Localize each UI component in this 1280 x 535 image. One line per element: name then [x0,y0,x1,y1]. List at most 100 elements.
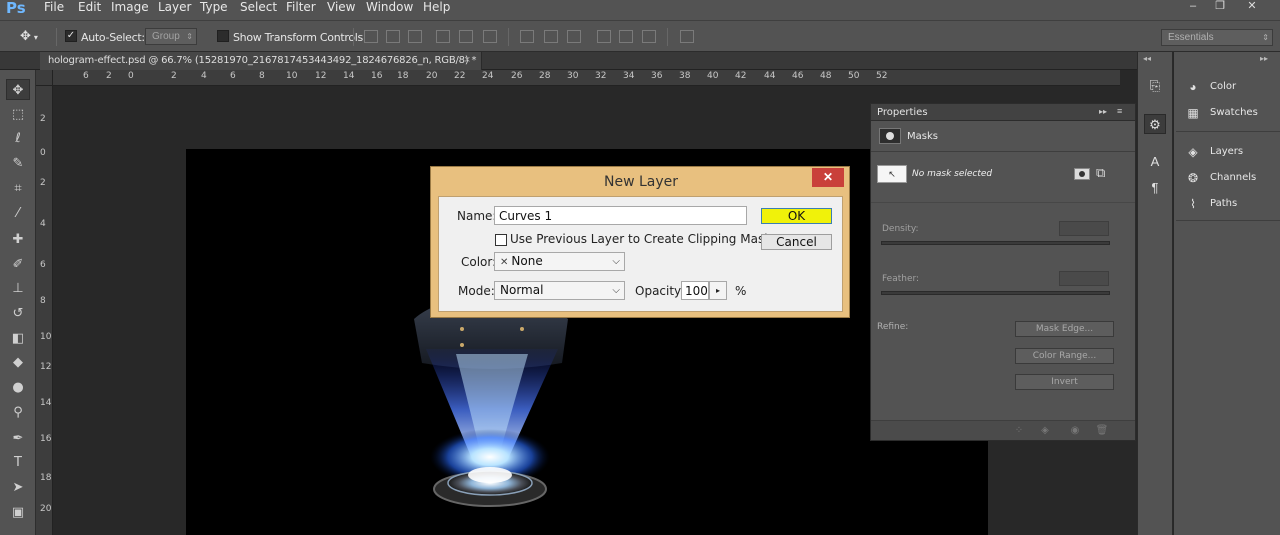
marquee-tool-icon[interactable]: ⬚ [6,104,30,125]
menu-type[interactable]: Type [200,0,228,18]
menu-filter[interactable]: Filter [286,0,316,18]
menu-image[interactable]: Image [111,0,149,18]
paint-bucket-tool-icon[interactable]: ◆ [6,352,30,373]
blur-tool-icon[interactable]: ● [6,377,30,398]
auto-select-checkbox[interactable]: ✓ [65,30,77,42]
distribute-vcenter-icon[interactable] [544,30,558,43]
delete-mask-icon[interactable]: 🗑 [1095,424,1109,438]
refine-label: Refine: [877,322,909,332]
align-hcenter-icon[interactable] [459,30,473,43]
expand-panels-icon[interactable]: ▸▸ [1260,54,1268,63]
distribute-bottom-icon[interactable] [567,30,581,43]
add-pixel-mask-icon[interactable] [1074,168,1090,180]
visibility-icon[interactable]: ◉ [1068,424,1082,438]
type-tool-icon[interactable]: T [6,452,30,473]
layer-name-input[interactable] [494,206,747,225]
quick-selection-tool-icon[interactable]: ✎ [6,153,30,174]
align-vcenter-icon[interactable] [386,30,400,43]
projector-light [468,467,512,483]
blend-mode-select[interactable]: Normal ⌵ [494,281,625,300]
mask-thumbnail[interactable]: ↖ [877,165,907,183]
vertical-ruler[interactable]: 2 0 2 4 6 8 10 12 14 16 18 20 [36,86,53,535]
align-top-icon[interactable] [364,30,378,43]
invert-button[interactable]: Invert [1015,374,1114,390]
mask-edge-button[interactable]: Mask Edge... [1015,321,1114,337]
divider [508,28,509,46]
collapse-panel-icon[interactable]: ▸▸ [1099,107,1107,116]
history-panel-icon[interactable]: ⎘ [1144,76,1166,96]
eyedropper-tool-icon[interactable]: ⁄ [6,203,30,224]
panel-menu-icon[interactable]: ≡ [1117,106,1122,116]
align-left-icon[interactable] [436,30,450,43]
color-range-button[interactable]: Color Range... [1015,348,1114,364]
uniform-button [460,327,464,331]
ok-button[interactable]: OK [761,208,832,224]
menu-file[interactable]: File [44,0,64,18]
align-right-icon[interactable] [483,30,497,43]
paragraph-panel-icon[interactable]: ¶ [1144,178,1166,198]
ruler-origin[interactable] [36,70,53,86]
shape-tool-icon[interactable]: ▣ [6,502,30,523]
load-selection-icon[interactable]: ⁘ [1012,424,1026,438]
ruler-tick-label: 44 [764,71,776,81]
collapse-dock-icon[interactable]: ◂◂ [1143,54,1151,63]
add-vector-mask-icon[interactable]: ⧉ [1096,165,1105,181]
character-panel-icon[interactable]: A [1144,152,1166,172]
clone-stamp-tool-icon[interactable]: ⊥ [6,278,30,299]
opacity-input[interactable] [681,281,709,300]
masks-section-title: Masks [907,131,938,142]
healing-brush-tool-icon[interactable]: ✚ [6,229,30,250]
opacity-slider-toggle-icon[interactable]: ▸ [709,281,727,300]
mask-type-icon [879,128,901,144]
restore-icon[interactable]: ❐ [1208,0,1232,14]
minimize-icon[interactable]: – [1181,0,1205,14]
properties-panel-icon[interactable]: ⚙ [1144,114,1166,134]
distribute-hcenter-icon[interactable] [619,30,633,43]
properties-footer: ⁘ ◈ ◉ 🗑 [871,420,1135,440]
distribute-left-icon[interactable] [597,30,611,43]
cancel-button[interactable]: Cancel [761,234,832,250]
path-selection-tool-icon[interactable]: ➤ [6,477,30,498]
ruler-tick-label: 0 [128,71,134,81]
horizontal-ruler[interactable]: 6 2 0 2 4 6 8 10 12 14 16 18 20 22 24 26 28 30 32 34 36 38 40 4… [53,70,1120,86]
document-tab[interactable]: hologram-effect.psd @ 66.7% (15281970_21… [40,52,482,70]
crop-tool-icon[interactable]: ⌗ [6,178,30,199]
brush-tool-icon[interactable]: ✐ [6,254,30,275]
menu-help[interactable]: Help [423,0,450,18]
close-window-icon[interactable]: ✕ [1240,0,1264,14]
history-brush-tool-icon[interactable]: ↺ [6,303,30,324]
ruler-tick-label: 8 [40,296,46,306]
ruler-tick-label: 30 [567,71,579,81]
lasso-tool-icon[interactable]: ℓ [6,128,30,149]
apply-mask-icon[interactable]: ◈ [1038,424,1052,438]
auto-align-icon[interactable] [680,30,694,43]
distribute-right-icon[interactable] [642,30,656,43]
auto-select-target-dropdown[interactable]: Group ⇕ [145,28,197,45]
menu-view[interactable]: View [327,0,355,18]
menu-window[interactable]: Window [366,0,413,18]
divider [353,28,354,46]
eraser-tool-icon[interactable]: ◧ [6,328,30,349]
menu-edit[interactable]: Edit [78,0,101,18]
move-tool-icon[interactable]: ✥ [6,79,30,100]
dodge-tool-icon[interactable]: ⚲ [6,402,30,423]
density-slider [881,241,1110,245]
pen-tool-icon[interactable]: ✒ [6,428,30,449]
workspace-switcher[interactable]: Essentials ⇕ [1161,29,1273,46]
ruler-tick-label: 38 [679,71,691,81]
distribute-top-icon[interactable] [520,30,534,43]
clipping-mask-label: Use Previous Layer to Create Clipping Ma… [510,232,772,246]
dialog-close-icon[interactable]: ✕ [812,168,844,187]
opacity-label: Opacity: [635,284,685,298]
menu-select[interactable]: Select [240,0,277,18]
show-transform-checkbox[interactable] [217,30,229,42]
clipping-mask-checkbox[interactable] [495,234,507,246]
close-tab-icon[interactable]: × [464,54,470,66]
ruler-tick-label: 10 [286,71,298,81]
layer-color-select[interactable]: ✕ None ⌵ [494,252,625,271]
ruler-tick-label: 16 [40,434,52,444]
align-bottom-icon[interactable] [408,30,422,43]
move-tool-preset-icon[interactable]: ✥ ▾ [20,28,38,44]
chevron-updown-icon: ⇕ [186,32,193,41]
menu-layer[interactable]: Layer [158,0,191,18]
